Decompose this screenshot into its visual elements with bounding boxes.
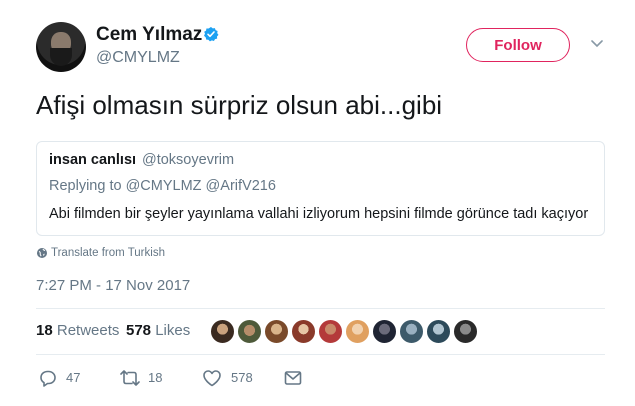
verified-badge-icon — [204, 27, 219, 42]
translate-link[interactable]: Translate from Turkish — [51, 247, 165, 259]
replying-prefix: Replying to — [49, 178, 122, 194]
globe-icon — [37, 248, 47, 258]
avatar-beard — [50, 48, 72, 66]
liker-avatar[interactable] — [453, 319, 478, 344]
liker-avatar[interactable] — [318, 319, 343, 344]
quoted-text: Abi filmden bir şeyler yayınlama vallahi… — [49, 206, 589, 222]
author-handle[interactable]: @CMYLMZ — [96, 49, 180, 67]
liker-avatar[interactable] — [372, 319, 397, 344]
chevron-down-icon[interactable] — [591, 40, 603, 48]
likes-stat[interactable]: 578 Likes — [126, 322, 190, 339]
likes-count: 578 — [126, 322, 152, 339]
retweet-icon[interactable] — [119, 369, 141, 387]
likes-label: Likes — [155, 322, 191, 339]
like-count: 578 — [231, 370, 253, 385]
retweets-stat[interactable]: 18 Retweets — [36, 322, 119, 339]
retweet-count: 18 — [148, 370, 163, 385]
retweets-count: 18 — [36, 322, 53, 339]
author-avatar[interactable] — [36, 22, 86, 72]
author-name[interactable]: Cem Yılmaz — [96, 24, 202, 46]
liker-avatar[interactable] — [264, 319, 289, 344]
liker-avatar[interactable] — [291, 319, 316, 344]
reply-count: 47 — [66, 370, 81, 385]
quoted-author-handle: @toksoyevrim — [142, 152, 235, 168]
replying-handles: @CMYLMZ @ArifV216 — [125, 178, 276, 194]
heart-icon[interactable] — [202, 369, 222, 387]
divider — [36, 354, 605, 355]
liker-avatar[interactable] — [426, 319, 451, 344]
follow-button[interactable]: Follow — [466, 28, 570, 62]
quoted-author-name: insan canlısı — [49, 152, 137, 168]
divider — [36, 308, 605, 309]
liker-avatar[interactable] — [210, 319, 235, 344]
tweet-text: Afişi olmasın sürpriz olsun abi...gibi — [36, 90, 443, 120]
tweet-timestamp[interactable]: 7:27 PM - 17 Nov 2017 — [36, 277, 190, 294]
retweets-label: Retweets — [56, 322, 120, 339]
reply-icon[interactable] — [38, 368, 58, 388]
liker-avatar[interactable] — [345, 319, 370, 344]
quoted-replying-to: Replying to @CMYLMZ @ArifV216 — [49, 178, 276, 194]
liker-avatar[interactable] — [237, 319, 262, 344]
message-icon[interactable] — [284, 370, 302, 386]
liker-avatar[interactable] — [399, 319, 424, 344]
